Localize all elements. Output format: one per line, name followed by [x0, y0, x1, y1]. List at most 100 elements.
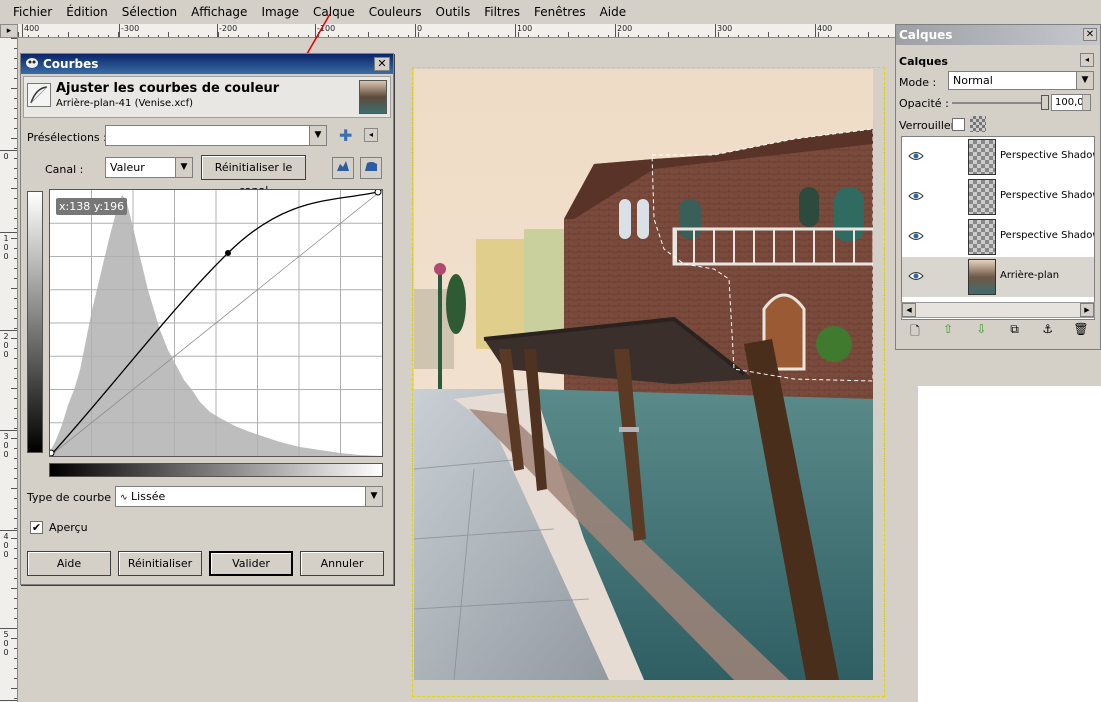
- curve-type-value: Lissée: [131, 490, 166, 503]
- menu-filtres[interactable]: Filtres: [477, 5, 527, 19]
- layer-row[interactable]: Perspective Shadow#1: [902, 177, 1094, 217]
- ruler-label: 300: [717, 24, 733, 33]
- ruler-tick: [14, 328, 17, 329]
- presets-combo[interactable]: ▼: [105, 125, 327, 146]
- eye-icon[interactable]: [908, 270, 924, 282]
- channel-label: Canal :: [45, 163, 84, 176]
- ruler-tick: [11, 38, 17, 39]
- reset-channel-button[interactable]: Réinitialiser le canal: [201, 155, 306, 197]
- channel-combo[interactable]: Valeur ▼: [105, 157, 193, 178]
- close-icon[interactable]: ✕: [374, 57, 390, 71]
- ruler-tick: [14, 678, 17, 679]
- ruler-tick: [14, 208, 17, 209]
- menu-outils[interactable]: Outils: [429, 5, 478, 19]
- lower-layer-icon[interactable]: ⇩: [972, 322, 990, 342]
- log-histogram-icon[interactable]: [360, 157, 382, 179]
- menu-aide[interactable]: Aide: [593, 5, 634, 19]
- ruler-label: -200: [219, 24, 238, 33]
- spin-arrows-icon[interactable]: [1082, 95, 1090, 110]
- ruler-tick: [14, 448, 17, 449]
- menu-selection[interactable]: Sélection: [115, 5, 184, 19]
- ruler-tick: [14, 198, 17, 199]
- image-canvas[interactable]: [414, 69, 873, 680]
- ruler-label: 0: [417, 24, 423, 33]
- ruler-tick: [14, 498, 17, 499]
- ruler-corner-button[interactable]: ▸: [0, 24, 18, 38]
- ruler-tick: [14, 218, 17, 219]
- mode-value: Normal: [953, 74, 993, 87]
- curves-dialog: Courbes ✕ Ajuster les courbes de couleur…: [20, 53, 394, 585]
- menu-couleurs[interactable]: Couleurs: [362, 5, 429, 19]
- ruler-major-tick: [0, 530, 17, 531]
- curve-type-combo[interactable]: ∿ Lissée ▼: [115, 486, 383, 507]
- ruler-tick: [14, 478, 17, 479]
- curves-dialog-titlebar[interactable]: Courbes: [21, 54, 393, 74]
- preview-checkbox[interactable]: ✔: [30, 521, 43, 534]
- new-layer-icon[interactable]: 🗋: [906, 322, 924, 342]
- ok-button[interactable]: Valider: [209, 551, 293, 576]
- ruler-tick: [11, 688, 17, 689]
- ruler-label: -100: [317, 24, 336, 33]
- delete-layer-icon[interactable]: 🗑: [1072, 322, 1090, 342]
- menu-affichage[interactable]: Affichage: [184, 5, 254, 19]
- ruler-tick: [14, 398, 17, 399]
- tab-menu-icon[interactable]: ◂: [1080, 53, 1094, 67]
- ruler-tick: [14, 358, 17, 359]
- opacity-slider-thumb[interactable]: [1041, 95, 1049, 110]
- layers-window-title[interactable]: Calques: [896, 25, 1100, 45]
- reset-button[interactable]: Réinitialiser: [118, 551, 202, 576]
- menu-calque[interactable]: Calque: [306, 5, 362, 19]
- ruler-tick: [14, 48, 17, 49]
- mode-combo[interactable]: Normal ▼: [948, 71, 1094, 90]
- layer-row[interactable]: Perspective Shadow: [902, 217, 1094, 257]
- ruler-tick: [14, 528, 17, 529]
- preset-menu-icon[interactable]: ◂: [364, 128, 378, 142]
- dialog-subheading: Arrière-plan-41 (Venise.xcf): [56, 98, 194, 109]
- cancel-button[interactable]: Annuler: [300, 551, 384, 576]
- ruler-tick: [14, 458, 17, 459]
- duplicate-layer-icon[interactable]: ⧉: [1006, 322, 1024, 342]
- eye-icon[interactable]: [908, 230, 924, 242]
- ruler-tick: [14, 308, 17, 309]
- ruler-major-tick: [615, 24, 616, 37]
- layers-hscrollbar[interactable]: ◀ ▶: [901, 302, 1095, 318]
- raise-layer-icon[interactable]: ⇧: [939, 322, 957, 342]
- opacity-slider-track[interactable]: [952, 102, 1047, 104]
- menu-bar: Fichier Édition Sélection Affichage Imag…: [0, 0, 895, 24]
- menu-fenetres[interactable]: Fenêtres: [527, 5, 593, 19]
- anchor-layer-icon[interactable]: ⚓: [1039, 322, 1057, 342]
- ruler-tick: [11, 538, 17, 539]
- eye-icon[interactable]: [908, 190, 924, 202]
- lock-pixels-checkbox[interactable]: [952, 118, 965, 131]
- menu-fichier[interactable]: Fichier: [6, 5, 59, 19]
- layer-thumbnail: [968, 219, 996, 255]
- layers-toolbar: 🗋 ⇧ ⇩ ⧉ ⚓ 🗑: [900, 322, 1096, 342]
- add-preset-icon[interactable]: ✚: [339, 128, 355, 144]
- ruler-tick: [14, 148, 17, 149]
- dialog-heading: Ajuster les courbes de couleur: [56, 81, 280, 96]
- menu-edition[interactable]: Édition: [59, 5, 115, 19]
- opacity-spinbox[interactable]: 100,0: [1051, 94, 1091, 111]
- ruler-label: 5 0 0: [3, 630, 9, 657]
- curves-dialog-header: Ajuster les courbes de couleur Arrière-p…: [23, 76, 391, 118]
- ruler-tick: [14, 58, 17, 59]
- layers-panel: Calques ✕ Calques ◂ Mode : Normal ▼ Opac…: [895, 24, 1101, 350]
- ruler-tick: [14, 158, 17, 159]
- ruler-tick: [14, 608, 17, 609]
- scroll-left-icon[interactable]: ◀: [902, 303, 916, 317]
- linear-histogram-icon[interactable]: [332, 157, 354, 179]
- vertical-ruler[interactable]: 01 0 02 0 03 0 04 0 05 0 06 0 0: [0, 38, 18, 702]
- horizontal-ruler[interactable]: 400 -300 -200 -100 0 100 200 300 400: [18, 24, 895, 38]
- layer-row[interactable]: Perspective Shadow#2: [902, 137, 1094, 177]
- scroll-right-icon[interactable]: ▶: [1080, 303, 1094, 317]
- menu-image[interactable]: Image: [254, 5, 306, 19]
- curve-plot[interactable]: x:138 y:196: [47, 188, 383, 457]
- eye-icon[interactable]: [908, 150, 924, 162]
- help-button[interactable]: Aide: [27, 551, 111, 576]
- ruler-tick: [11, 238, 17, 239]
- ruler-major-tick: [0, 150, 17, 151]
- ruler-tick: [14, 518, 17, 519]
- close-icon[interactable]: ✕: [1083, 28, 1097, 41]
- layer-row-selected[interactable]: Arrière-plan: [902, 257, 1094, 297]
- lock-alpha-icon[interactable]: [970, 116, 986, 132]
